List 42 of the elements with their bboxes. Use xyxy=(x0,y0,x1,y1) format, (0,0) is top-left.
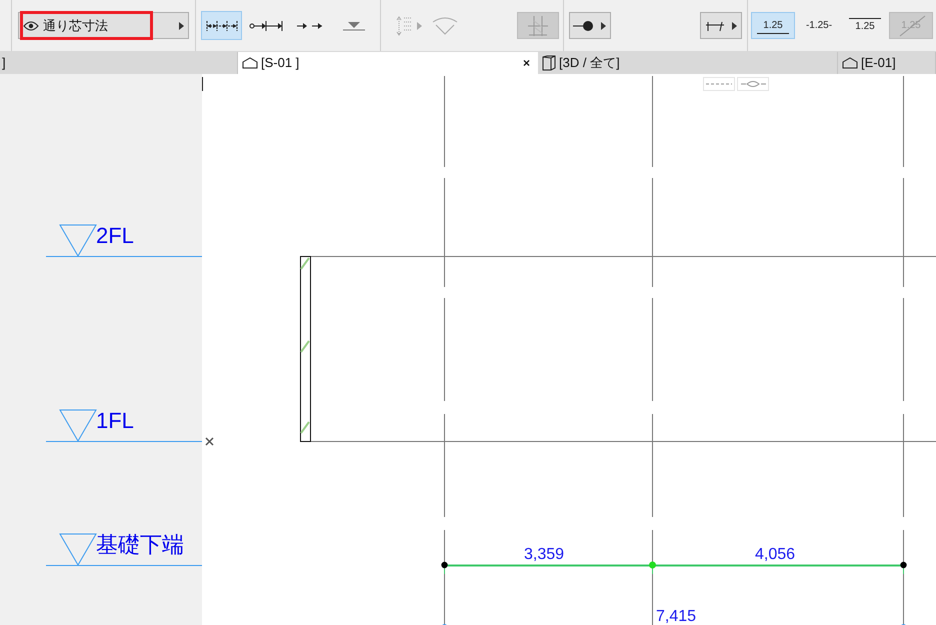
text-position-button[interactable]: -1.25- xyxy=(797,12,841,39)
caret-icon xyxy=(732,22,736,30)
view-tab[interactable]: ] xyxy=(0,52,238,74)
level-label: 基礎下端 xyxy=(96,532,184,558)
caret-icon xyxy=(178,22,184,30)
dot-marker-icon xyxy=(573,20,596,32)
layer-dropdown[interactable]: 通り芯寸法 xyxy=(18,12,189,39)
level-label: 2FL xyxy=(96,223,134,249)
tab-label: [E-01] xyxy=(861,54,896,72)
grid-dimension-icon xyxy=(394,16,413,36)
hidden-lines-icon xyxy=(703,77,735,91)
wall-dimension-icon xyxy=(526,14,549,36)
dimension-chain-icon xyxy=(206,20,238,32)
house-icon xyxy=(242,57,258,69)
house-icon xyxy=(842,57,858,69)
origin-dimension-icon xyxy=(248,20,283,32)
caret-icon xyxy=(416,22,422,30)
text-position-button[interactable]: 1.25 xyxy=(843,12,887,39)
caret-icon xyxy=(601,22,606,30)
marker-type-button[interactable] xyxy=(568,12,611,39)
cursor-line xyxy=(202,76,203,92)
arrows-icon xyxy=(297,22,323,30)
arc-dimension-icon xyxy=(432,16,458,34)
tab-label: [S-01 ] xyxy=(261,54,300,72)
eye-icon xyxy=(737,77,769,91)
grid-node-icon xyxy=(442,624,448,625)
dimension-type-button[interactable] xyxy=(200,11,242,40)
view-tab[interactable]: [S-01 ] × xyxy=(238,52,538,74)
level-label: 1FL xyxy=(96,408,134,434)
text-position-button[interactable]: 1.25 xyxy=(751,12,795,39)
dimension-value: 3,359 xyxy=(524,546,564,564)
tab-label: [3D / 全て] xyxy=(559,54,620,72)
tick-marker-icon xyxy=(706,20,726,32)
dimension-value: 7,415 xyxy=(656,608,696,625)
grid-node-icon xyxy=(900,624,906,625)
tab-label: ] xyxy=(2,54,6,72)
cross-marker-icon xyxy=(205,437,214,446)
marker-type-button[interactable] xyxy=(700,12,742,39)
cube-icon xyxy=(542,55,556,71)
dimension-value: 4,056 xyxy=(755,546,796,564)
elevation-marker-icon xyxy=(343,20,366,30)
close-tab-button[interactable]: × xyxy=(522,54,530,72)
